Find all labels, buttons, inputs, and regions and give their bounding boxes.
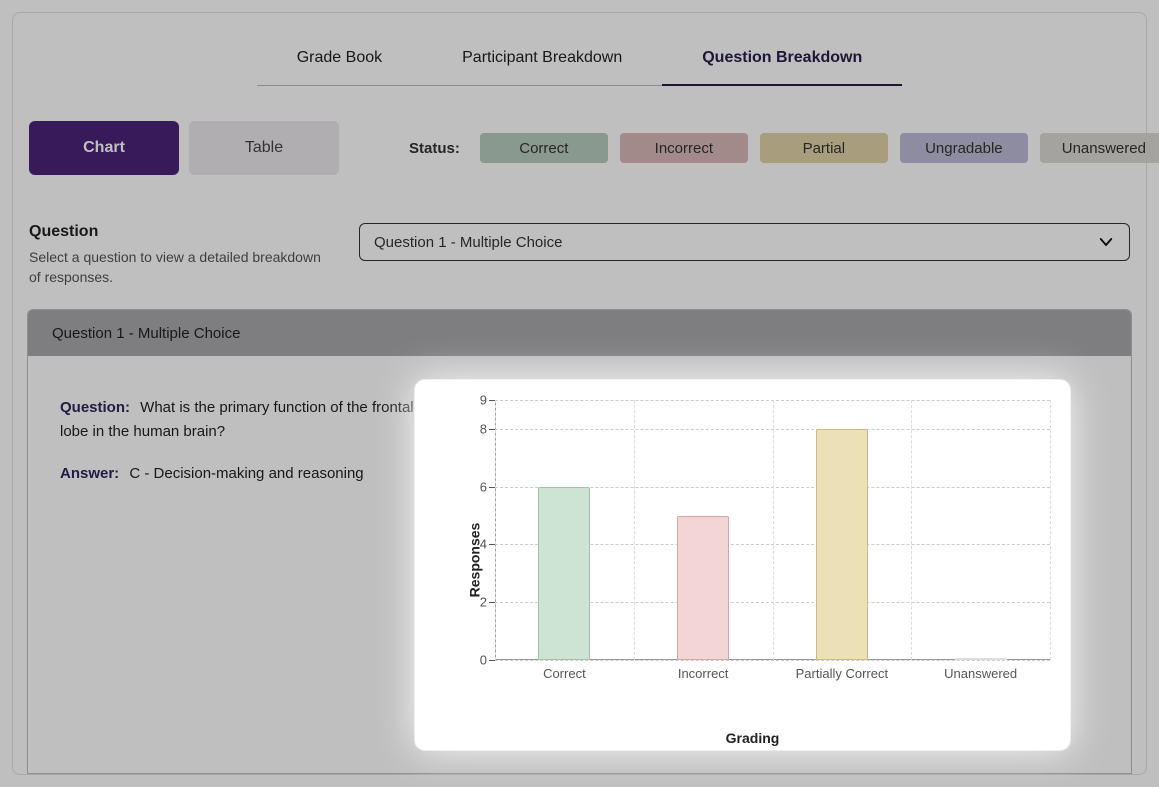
chart-ytick: 9 [467,393,487,408]
tab-gradebook[interactable]: Grade Book [257,43,422,86]
tab-participant-breakdown[interactable]: Participant Breakdown [422,43,662,86]
question-select[interactable]: Question 1 - Multiple Choice [359,223,1130,261]
response-chart: Responses Grading 024689CorrectIncorrect… [415,380,1070,750]
toolbar: Chart Table Status: Correct Incorrect Pa… [13,121,1146,175]
chart-category-label: Partially Correct [796,666,888,681]
answer-text: Answer: C - Decision-making and reasonin… [60,462,420,486]
chart-ytick: 2 [467,595,487,610]
view-table-button[interactable]: Table [189,121,339,175]
question-description: Select a question to view a detailed bre… [29,247,329,288]
chart-bar [816,429,868,660]
answer-body: C - Decision-making and reasoning [129,465,363,482]
view-toggle: Chart Table [29,121,339,175]
chart-bar [955,658,1007,660]
chart-ytick: 4 [467,537,487,552]
chart-ytick: 8 [467,421,487,436]
view-chart-button[interactable]: Chart [29,121,179,175]
question-text: Question: What is the primary function o… [60,396,420,444]
answer-label: Answer: [60,465,119,482]
chart-plot-area: 024689CorrectIncorrectPartially CorrectU… [495,400,1050,660]
chart-ytick: 6 [467,479,487,494]
chart-ylabel: Responses [466,523,482,598]
chart-xlabel: Grading [726,730,780,746]
chart-bar [538,487,590,660]
status-chip-correct[interactable]: Correct [480,133,608,163]
question-select-value: Question 1 - Multiple Choice [374,234,562,251]
question-heading: Question [29,223,329,241]
tab-bar: Grade Book Participant Breakdown Questio… [13,43,1146,86]
chart-category-label: Incorrect [678,666,729,681]
status-label: Status: [409,140,460,157]
status-chip-incorrect[interactable]: Incorrect [620,133,748,163]
chart-category-label: Unanswered [944,666,1017,681]
chart-category-label: Correct [543,666,586,681]
chart-bar [677,516,729,660]
question-label: Question: [60,399,130,416]
question-detail-header: Question 1 - Multiple Choice [28,310,1131,356]
tab-question-breakdown[interactable]: Question Breakdown [662,43,902,86]
status-chip-partial[interactable]: Partial [760,133,888,163]
status-chips: Correct Incorrect Partial Ungradable Una… [480,133,1159,163]
status-chip-ungradable[interactable]: Ungradable [900,133,1028,163]
chart-ytick: 0 [467,653,487,668]
chevron-down-icon [1097,233,1115,251]
status-chip-unanswered[interactable]: Unanswered [1040,133,1159,163]
question-selector-row: Question Select a question to view a det… [13,175,1146,288]
